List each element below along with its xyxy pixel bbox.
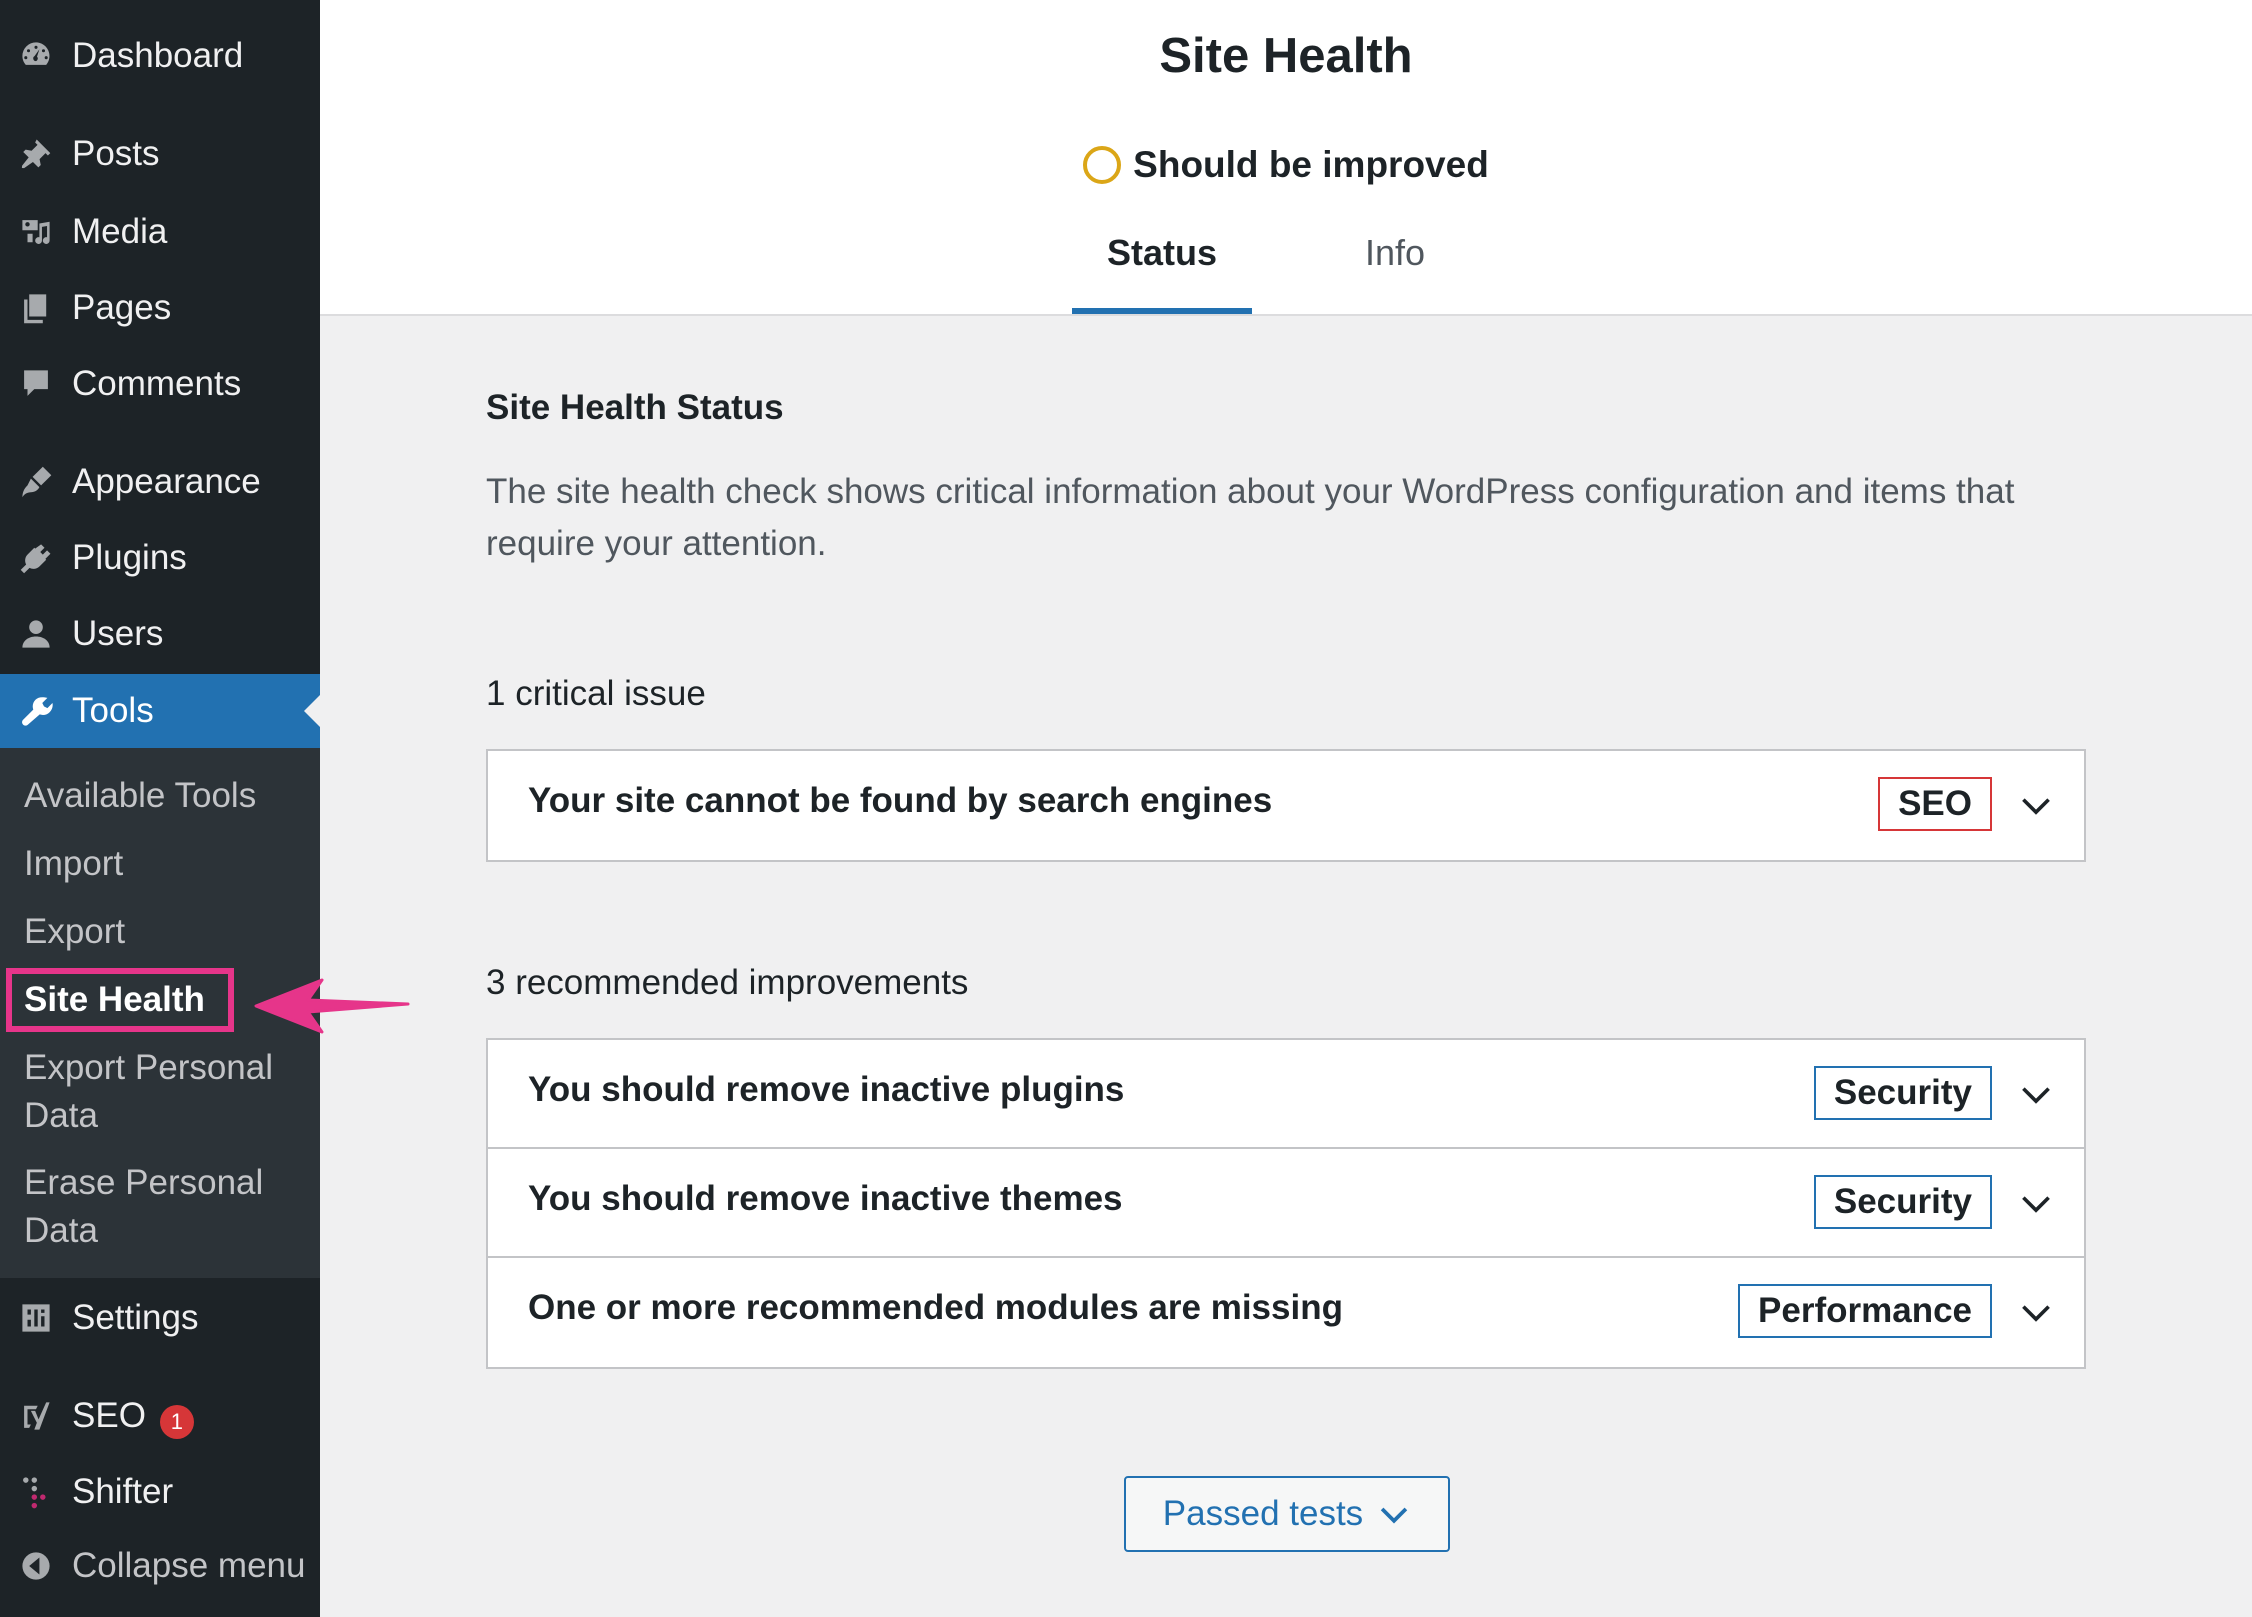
yoast-icon	[18, 1398, 54, 1434]
chevron-down-icon[interactable]	[2018, 787, 2054, 823]
menu-tools[interactable]: Tools	[0, 674, 320, 748]
critical-issues-list: Your site cannot be found by search engi…	[486, 749, 2086, 862]
issue-row[interactable]: One or more recommended modules are miss…	[488, 1258, 2084, 1367]
pin-icon	[18, 136, 54, 172]
settings-icon	[18, 1300, 54, 1336]
comment-icon	[18, 366, 54, 402]
pages-icon	[18, 290, 54, 326]
chevron-down-icon[interactable]	[2018, 1294, 2054, 1330]
critical-issues-heading: 1 critical issue	[486, 674, 706, 713]
menu-appearance[interactable]: Appearance	[0, 446, 320, 518]
menu-media[interactable]: Media	[0, 196, 320, 268]
issue-badge: Security	[1813, 1066, 1992, 1120]
menu-label: Pages	[72, 288, 172, 327]
issue-badge: Performance	[1738, 1284, 1992, 1338]
chevron-down-icon[interactable]	[2018, 1185, 2054, 1221]
menu-label: Appearance	[72, 462, 261, 501]
collapse-menu-button[interactable]: Collapse menu	[0, 1530, 320, 1602]
menu-label: Collapse menu	[72, 1546, 306, 1585]
status-ring-icon	[1083, 146, 1122, 184]
wrench-icon	[18, 693, 54, 729]
notification-badge: 1	[159, 1404, 194, 1439]
media-icon	[18, 214, 54, 250]
menu-plugins[interactable]: Plugins	[0, 522, 320, 594]
submenu-import[interactable]: Import	[24, 840, 123, 888]
issue-title: One or more recommended modules are miss…	[528, 1288, 1343, 1327]
issue-row[interactable]: You should remove inactive themes Securi…	[488, 1149, 2084, 1258]
menu-shifter[interactable]: Shifter	[0, 1456, 320, 1528]
menu-seo[interactable]: SEO 1	[0, 1380, 320, 1452]
issue-badge: SEO	[1878, 777, 1992, 831]
section-description: The site health check shows critical inf…	[486, 472, 2015, 563]
user-icon	[18, 616, 54, 652]
highlight-box	[6, 968, 234, 1032]
issue-row[interactable]: Your site cannot be found by search engi…	[488, 751, 2084, 860]
annotation-arrow-icon	[254, 978, 410, 1034]
submenu-export[interactable]: Export	[24, 908, 125, 956]
menu-label: SEO 1	[72, 1396, 194, 1439]
issue-title: Your site cannot be found by search engi…	[528, 781, 1273, 820]
menu-label: Media	[72, 212, 168, 251]
chevron-down-icon	[1380, 1507, 1408, 1524]
admin-sidebar: Dashboard Posts Media Pages Comments App…	[0, 0, 320, 1617]
collapse-icon	[18, 1548, 54, 1584]
menu-label: Posts	[72, 134, 160, 173]
shifter-icon	[18, 1474, 54, 1510]
menu-comments[interactable]: Comments	[0, 348, 320, 420]
plug-icon	[18, 540, 54, 576]
issue-title: You should remove inactive themes	[528, 1179, 1123, 1218]
recommended-issues-list: You should remove inactive plugins Secur…	[486, 1038, 2086, 1369]
tab-status[interactable]: Status	[1072, 232, 1252, 314]
menu-posts[interactable]: Posts	[0, 118, 320, 190]
menu-label: Users	[72, 614, 164, 653]
brush-icon	[18, 464, 54, 500]
menu-label: Tools	[72, 691, 154, 730]
menu-dashboard[interactable]: Dashboard	[0, 20, 320, 92]
submenu-erase-personal-data[interactable]: Erase Personal Data	[24, 1159, 263, 1255]
menu-pages[interactable]: Pages	[0, 272, 320, 344]
menu-label: Settings	[72, 1298, 199, 1337]
submenu-available-tools[interactable]: Available Tools	[24, 772, 256, 820]
submenu-export-personal-data[interactable]: Export Personal Data	[24, 1044, 273, 1140]
health-status: Should be improved	[320, 144, 2252, 186]
section-title: Site Health Status	[486, 388, 784, 427]
menu-label: Plugins	[72, 538, 187, 577]
chevron-down-icon[interactable]	[2018, 1076, 2054, 1112]
menu-label: Dashboard	[72, 36, 244, 75]
menu-settings[interactable]: Settings	[0, 1282, 320, 1354]
menu-label: Comments	[72, 364, 242, 403]
page-title: Site Health	[1159, 29, 1413, 83]
recommended-issues-heading: 3 recommended improvements	[486, 963, 969, 1002]
menu-label: Shifter	[72, 1472, 174, 1511]
issue-title: You should remove inactive plugins	[528, 1070, 1125, 1109]
passed-tests-label: Passed tests	[1162, 1494, 1364, 1533]
passed-tests-button[interactable]: Passed tests	[1124, 1476, 1450, 1552]
issue-row[interactable]: You should remove inactive plugins Secur…	[488, 1040, 2084, 1149]
issue-badge: Security	[1813, 1175, 1992, 1229]
dashboard-icon	[18, 38, 54, 74]
active-indicator	[304, 695, 320, 727]
menu-users[interactable]: Users	[0, 598, 320, 670]
status-text: Should be improved	[1133, 144, 1489, 185]
site-health-header: Site Health Should be improved Status In…	[320, 0, 2252, 316]
tab-info[interactable]: Info	[1320, 232, 1470, 314]
